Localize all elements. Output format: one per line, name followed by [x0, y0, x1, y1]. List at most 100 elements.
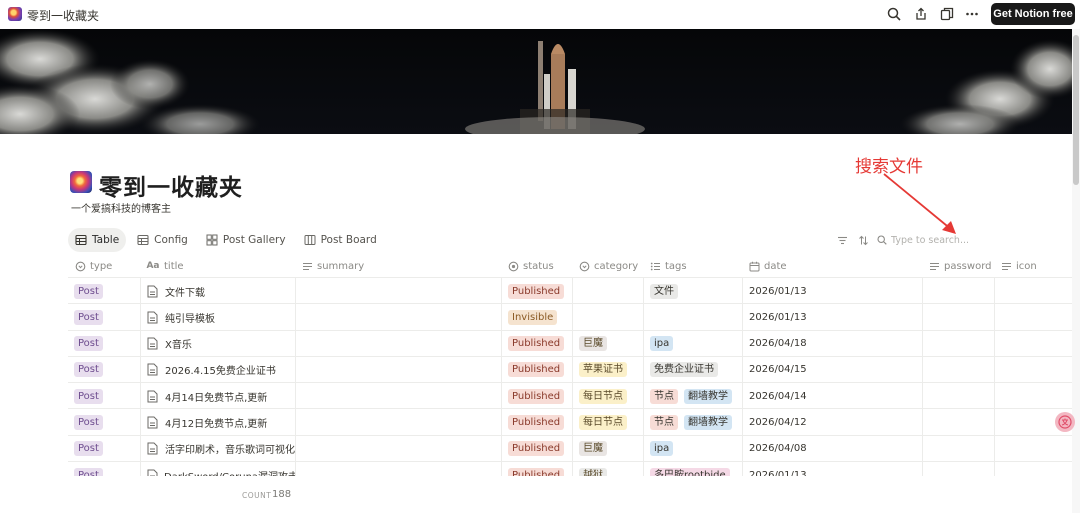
- column-header-date[interactable]: date: [742, 254, 922, 278]
- cell-summary[interactable]: [295, 356, 501, 383]
- cell-type[interactable]: Post: [68, 383, 140, 409]
- cell-summary[interactable]: [295, 435, 501, 462]
- cell-type[interactable]: Post: [68, 436, 140, 462]
- filter-icon[interactable]: [833, 231, 851, 249]
- cell-tags[interactable]: 节点 翻墙教学: [643, 409, 742, 436]
- cell-category[interactable]: 每日节点: [572, 383, 643, 410]
- cell-tags[interactable]: 文件: [643, 278, 742, 304]
- table-row[interactable]: Post 文件下载 Published 文件 2026/01/13: [68, 278, 1072, 305]
- cell-type[interactable]: Post: [68, 331, 140, 357]
- cell-status[interactable]: Published: [501, 383, 572, 410]
- table-row[interactable]: Post 4月14日免费节点,更新 Published 每日节点 节点 翻墙教学 2026/…: [68, 383, 1072, 410]
- cell-icon[interactable]: [994, 304, 1072, 331]
- tag-chip: 免费企业证书: [650, 362, 718, 378]
- cell-title[interactable]: 活字印刷术，音乐歌词可视化: [140, 435, 295, 462]
- cell-icon[interactable]: [994, 356, 1072, 383]
- cell-tags[interactable]: 免费企业证书: [643, 356, 742, 383]
- cell-tags[interactable]: [643, 304, 742, 331]
- cell-category[interactable]: [572, 278, 643, 304]
- cell-summary[interactable]: [295, 330, 501, 357]
- cell-status[interactable]: Published: [501, 435, 572, 462]
- cell-date[interactable]: 2026/01/13: [742, 278, 922, 304]
- more-icon[interactable]: [963, 5, 981, 23]
- share-icon[interactable]: [912, 5, 930, 23]
- cell-password[interactable]: [922, 356, 994, 383]
- cell-category[interactable]: 巨魔: [572, 330, 643, 357]
- row-date: 2026/04/15: [749, 364, 807, 376]
- cell-date[interactable]: 2026/04/08: [742, 435, 922, 462]
- cell-status[interactable]: Published: [501, 356, 572, 383]
- column-header-icon[interactable]: icon: [994, 254, 1072, 278]
- cell-icon[interactable]: [994, 435, 1072, 462]
- column-header-tags[interactable]: tags: [643, 254, 742, 278]
- cell-summary[interactable]: [295, 383, 501, 410]
- cell-summary[interactable]: [295, 304, 501, 331]
- tab-config[interactable]: Config: [130, 228, 195, 252]
- cell-date[interactable]: 2026/04/12: [742, 409, 922, 436]
- cell-type[interactable]: Post: [68, 278, 140, 304]
- tab-post-board[interactable]: Post Board: [297, 228, 384, 252]
- table-row[interactable]: Post 纯引导模板 Invisible 2026/01/13: [68, 304, 1072, 331]
- cell-icon[interactable]: [994, 383, 1072, 410]
- cell-title[interactable]: 4月12日免费节点,更新: [140, 409, 295, 436]
- table-row[interactable]: Post 2026.4.15免费企业证书 Published 苹果证书 免费企业证书 20…: [68, 356, 1072, 384]
- page-breadcrumb[interactable]: 零到一收藏夹: [27, 7, 99, 24]
- cell-summary[interactable]: [295, 409, 501, 436]
- column-header-status[interactable]: status: [501, 254, 572, 278]
- cell-date[interactable]: 2026/01/13: [742, 304, 922, 331]
- cell-password[interactable]: [922, 304, 994, 331]
- cell-date[interactable]: 2026/04/15: [742, 356, 922, 383]
- cell-password[interactable]: [922, 278, 994, 304]
- table-footer: [0, 476, 1072, 513]
- column-header-password[interactable]: password: [922, 254, 994, 278]
- cell-icon[interactable]: [994, 330, 1072, 357]
- scrollbar-thumb[interactable]: [1073, 35, 1079, 185]
- cell-password[interactable]: [922, 409, 994, 436]
- cell-type[interactable]: Post: [68, 409, 140, 435]
- column-header-type[interactable]: type: [68, 254, 140, 278]
- vertical-scrollbar[interactable]: [1072, 29, 1080, 513]
- cell-password[interactable]: [922, 435, 994, 462]
- floating-help-button[interactable]: [1055, 412, 1075, 432]
- cell-status[interactable]: Invisible: [501, 304, 572, 331]
- cell-tags[interactable]: ipa: [643, 435, 742, 462]
- table-row[interactable]: Post X音乐 Published 巨魔 ipa 2026/04/18: [68, 330, 1072, 357]
- search-icon[interactable]: [885, 5, 903, 23]
- sort-icon[interactable]: [854, 231, 872, 249]
- cell-type[interactable]: Post: [68, 357, 140, 383]
- column-header-summary[interactable]: summary: [295, 254, 501, 278]
- cell-tags[interactable]: 节点 翻墙教学: [643, 383, 742, 410]
- get-notion-free-button[interactable]: Get Notion free: [991, 3, 1075, 25]
- cell-password[interactable]: [922, 330, 994, 357]
- table-row[interactable]: Post 4月12日免费节点,更新 Published 每日节点 节点 翻墙教学 2026/…: [68, 409, 1072, 436]
- cell-title[interactable]: 文件下载: [140, 278, 295, 304]
- cell-status[interactable]: Published: [501, 330, 572, 357]
- table-icon: [75, 234, 87, 246]
- tab-table[interactable]: Table: [68, 228, 127, 252]
- cell-type[interactable]: Post: [68, 304, 140, 330]
- cell-title[interactable]: 4月14日免费节点,更新: [140, 383, 295, 410]
- cell-title[interactable]: 2026.4.15免费企业证书: [140, 356, 295, 383]
- cell-password[interactable]: [922, 383, 994, 410]
- cell-title[interactable]: X音乐: [140, 330, 295, 357]
- search-box[interactable]: [877, 234, 981, 246]
- cell-icon[interactable]: [994, 278, 1072, 304]
- cell-category[interactable]: 苹果证书: [572, 356, 643, 383]
- cell-tags[interactable]: ipa: [643, 330, 742, 357]
- column-header-category[interactable]: category: [572, 254, 643, 278]
- tab-post-gallery[interactable]: Post Gallery: [199, 228, 293, 252]
- page-emoji-icon[interactable]: [70, 171, 92, 193]
- cell-date[interactable]: 2026/04/14: [742, 383, 922, 410]
- table-row[interactable]: Post 活字印刷术，音乐歌词可视化 Published 巨魔 ipa 2026/04/0…: [68, 435, 1072, 463]
- cell-category[interactable]: [572, 304, 643, 331]
- duplicate-icon[interactable]: [938, 5, 956, 23]
- search-input[interactable]: [891, 234, 981, 246]
- cell-title[interactable]: 纯引导模板: [140, 304, 295, 331]
- cell-summary[interactable]: [295, 278, 501, 304]
- column-header-title[interactable]: Aa title: [140, 254, 295, 278]
- cell-category[interactable]: 巨魔: [572, 435, 643, 462]
- cell-status[interactable]: Published: [501, 409, 572, 436]
- cell-status[interactable]: Published: [501, 278, 572, 304]
- cell-category[interactable]: 每日节点: [572, 409, 643, 436]
- cell-date[interactable]: 2026/04/18: [742, 330, 922, 357]
